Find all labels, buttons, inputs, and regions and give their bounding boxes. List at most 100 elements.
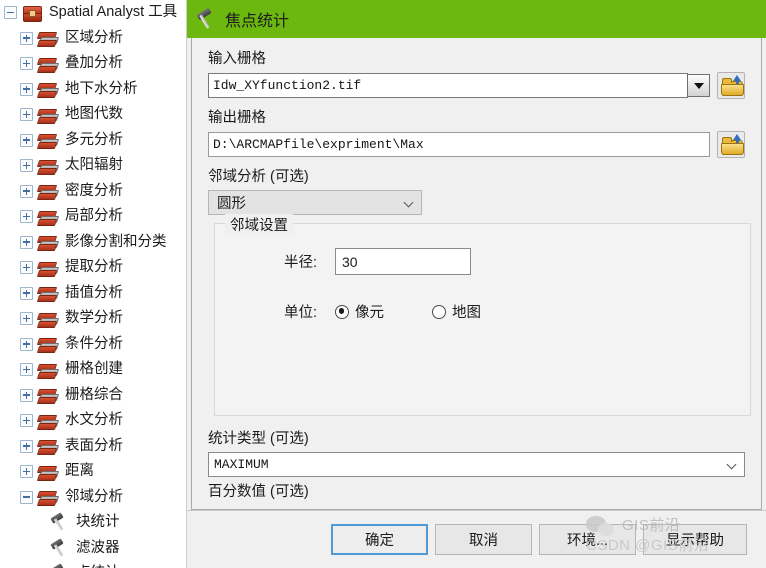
environments-button[interactable]: 环境...	[539, 524, 636, 555]
tree-item-label: 地下水分析	[65, 80, 138, 97]
tree-item-label: 太阳辐射	[65, 157, 123, 174]
toolset-icon	[36, 387, 60, 405]
statistics-type-select[interactable]: MAXIMUM	[208, 452, 745, 477]
tree-item-label: 叠加分析	[65, 55, 123, 72]
tree-item-label: 多元分析	[65, 131, 123, 148]
expand-icon[interactable]	[20, 31, 33, 45]
expand-icon[interactable]	[20, 235, 33, 249]
show-help-button[interactable]: 显示帮助	[643, 524, 747, 555]
collapse-icon[interactable]	[20, 490, 33, 504]
tree-item-label: 块统计	[76, 514, 120, 531]
tree-item[interactable]: 邻域分析	[0, 485, 186, 511]
toolset-icon	[36, 209, 60, 226]
expand-icon[interactable]	[20, 159, 33, 173]
hammer-icon	[50, 512, 71, 532]
statistics-type-label: 统计类型 (可选)	[208, 431, 309, 447]
expand-icon[interactable]	[20, 57, 33, 71]
open-folder-icon[interactable]	[717, 131, 745, 158]
tree-item[interactable]: 多元分析	[0, 128, 186, 154]
toolset-icon	[36, 438, 60, 456]
tree-item[interactable]: 点统计	[0, 561, 186, 568]
tree-item[interactable]: 栅格创建	[0, 357, 186, 383]
tree-item[interactable]: 影像分割和分类	[0, 230, 186, 256]
expand-icon[interactable]	[20, 108, 33, 122]
tree-item-label: 影像分割和分类	[65, 233, 167, 250]
input-raster-combo-input[interactable]: Idw_XYfunction2.tif	[208, 73, 688, 98]
tree-item[interactable]: 块统计	[0, 510, 186, 536]
tree-item[interactable]: 栅格综合	[0, 383, 186, 409]
tree-item[interactable]: 局部分析	[0, 204, 186, 230]
toolset-icon	[36, 336, 60, 354]
tree-item[interactable]: 数学分析	[0, 306, 186, 332]
expand-icon[interactable]	[20, 337, 33, 351]
expand-icon[interactable]	[20, 388, 33, 402]
expand-icon[interactable]	[20, 439, 33, 453]
tree-item-label: 栅格创建	[65, 361, 123, 378]
toolset-icon	[36, 464, 60, 481]
tree-item[interactable]: 条件分析	[0, 332, 186, 358]
expand-icon[interactable]	[20, 312, 33, 326]
toolset-icon	[36, 132, 60, 150]
toolset-icon	[36, 30, 60, 48]
tree-item[interactable]: 插值分析	[0, 281, 186, 307]
units-radio-map[interactable]: 地图	[432, 301, 481, 322]
tree-item-label: 距离	[65, 463, 94, 480]
tree-item[interactable]: 区域分析	[0, 26, 186, 52]
hammer-icon	[50, 538, 71, 557]
toolbox-icon	[21, 5, 43, 22]
tree-item-label: 条件分析	[65, 335, 123, 352]
expand-icon[interactable]	[20, 363, 33, 377]
toolset-icon	[36, 234, 60, 252]
toolbox-tree-panel[interactable]: Spatial Analyst 工具 区域分析叠加分析地下水分析地图代数多元分析太…	[0, 0, 186, 568]
output-raster-input[interactable]: D:\ARCMAPfile\expriment\Max	[208, 132, 710, 157]
tree-item-label: 密度分析	[65, 182, 123, 199]
expand-icon[interactable]	[20, 414, 33, 428]
tree-item-label: 插值分析	[65, 284, 123, 301]
radius-input[interactable]: 30	[335, 248, 471, 275]
toolset-icon	[36, 260, 60, 277]
expand-icon[interactable]	[20, 210, 33, 224]
tree-item[interactable]: 滤波器	[0, 536, 186, 562]
output-raster-row: D:\ARCMAPfile\expriment\Max	[208, 131, 745, 158]
chevron-down-icon	[405, 198, 414, 207]
tree-item[interactable]: 表面分析	[0, 434, 186, 460]
radio-dot-icon	[432, 304, 446, 319]
neighborhood-value: 圆形	[217, 196, 246, 212]
neighborhood-settings-title: 邻域设置	[225, 214, 293, 235]
output-raster-label: 输出栅格	[208, 110, 266, 126]
cancel-button[interactable]: 取消	[435, 524, 532, 555]
dropdown-arrow-icon[interactable]	[687, 74, 710, 97]
expand-icon[interactable]	[20, 133, 33, 147]
toolset-icon	[36, 311, 60, 328]
tree-item[interactable]: 提取分析	[0, 255, 186, 281]
tree-root-node[interactable]: Spatial Analyst 工具	[0, 0, 186, 26]
expand-icon[interactable]	[20, 82, 33, 96]
expand-icon[interactable]	[20, 465, 33, 479]
tree-item[interactable]: 距离	[0, 459, 186, 485]
ok-button[interactable]: 确定	[331, 524, 428, 555]
toolset-icon	[36, 56, 60, 73]
focal-statistics-dialog: 焦点统计 输入栅格 Idw_XYfunction2.tif 输出栅格 D:\AR	[186, 0, 766, 568]
units-radio-cell[interactable]: 像元	[335, 301, 384, 322]
expand-icon[interactable]	[20, 184, 33, 198]
tree-item[interactable]: 密度分析	[0, 179, 186, 205]
tree-item-label: 地图代数	[65, 106, 123, 123]
tree-item[interactable]: 叠加分析	[0, 51, 186, 77]
open-folder-icon[interactable]	[717, 72, 745, 99]
tree-item[interactable]: 地下水分析	[0, 77, 186, 103]
expand-icon[interactable]	[20, 286, 33, 300]
neighborhood-select[interactable]: 圆形	[208, 190, 422, 215]
collapse-icon[interactable]	[4, 6, 17, 20]
tree-item[interactable]: 水文分析	[0, 408, 186, 434]
units-radio-map-label: 地图	[452, 305, 481, 321]
tree-item[interactable]: 太阳辐射	[0, 153, 186, 179]
hammer-icon	[196, 7, 218, 29]
toolset-icon	[36, 489, 60, 507]
toolset-icon	[36, 158, 60, 175]
expand-icon[interactable]	[20, 261, 33, 275]
tree-item[interactable]: 地图代数	[0, 102, 186, 128]
radius-label: 半径:	[283, 255, 317, 271]
tree-item-label: 栅格综合	[65, 386, 123, 403]
